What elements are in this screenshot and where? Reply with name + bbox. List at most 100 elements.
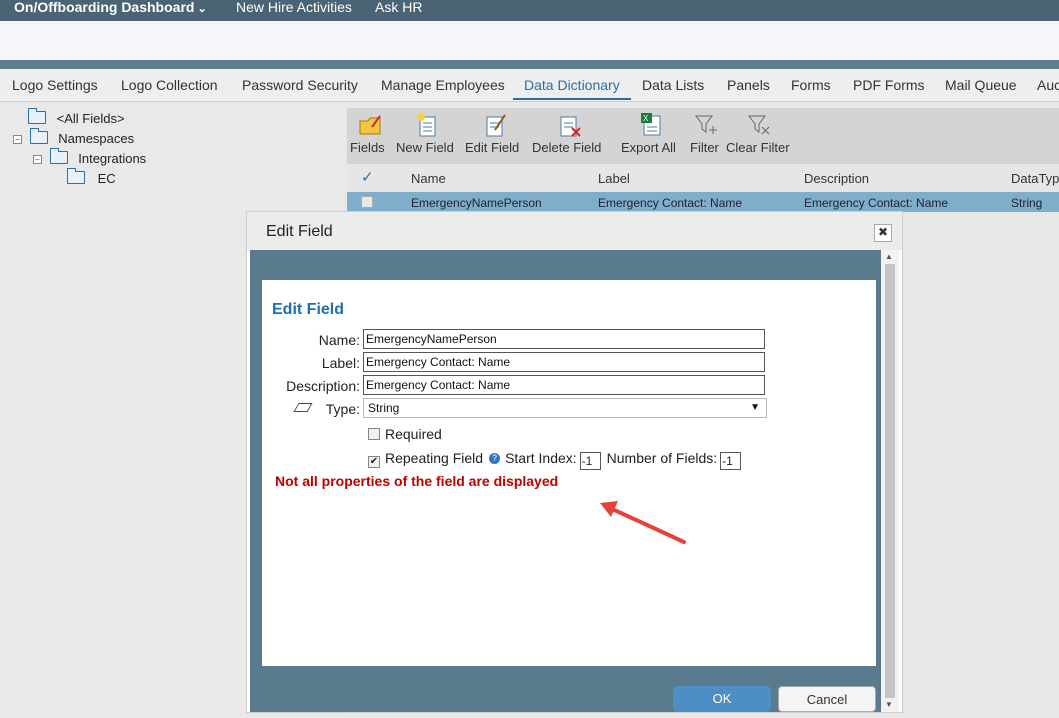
delete-document-icon [560,116,581,137]
edit-field-form: Edit Field Name: EmergencyNamePerson Lab… [262,280,876,666]
new-field-label: New Field [396,140,454,155]
properties-warning: Not all properties of the field are disp… [275,473,559,489]
cell-name: EmergencyNamePerson [411,196,542,210]
active-tab-indicator [513,98,631,100]
tree-node-label: Integrations [78,151,147,166]
fields-button[interactable]: Fields [347,108,392,164]
type-select[interactable]: String ▼ [363,398,767,418]
tab-data-dictionary[interactable]: Data Dictionary [524,77,620,93]
tab-logo-collection[interactable]: Logo Collection [121,77,218,93]
type-row: Type: String ▼ [262,398,876,420]
folder-edit-icon [359,115,381,135]
label-field[interactable]: Emergency Contact: Name [363,352,765,372]
select-all-check-icon[interactable]: ✓ [361,168,374,186]
tree-node-all-fields[interactable]: <All Fields> [28,108,125,126]
edit-field-label: Edit Field [465,140,520,155]
excel-export-icon: X [641,113,661,136]
tab-mail-queue[interactable]: Mail Queue [945,77,1017,93]
tree-node-ec[interactable]: EC [67,168,116,186]
dialog-title: Edit Field [266,223,333,240]
column-header-label[interactable]: Label [598,171,630,186]
collapse-icon[interactable]: − [33,155,42,164]
dialog-header: Edit Field ✖ [247,212,902,250]
namespaces-folder-icon [29,128,48,144]
cell-description: Emergency Contact: Name [804,196,949,210]
scroll-down-icon[interactable]: ▼ [885,700,893,709]
column-header-name[interactable]: Name [411,171,446,186]
repeating-option: ✔ Repeating Field? Start Index: -1 Number of… [368,450,742,470]
export-all-label: Export All [621,140,676,155]
label-label: Label: [321,355,360,371]
app-title: On/Offboarding Dashboard [14,0,195,15]
cancel-button[interactable]: Cancel [778,686,876,712]
description-field[interactable]: Emergency Contact: Name [363,375,765,395]
label-row: Label: Emergency Contact: Name [262,352,876,374]
help-icon[interactable]: ? [489,453,501,464]
tab-pdf-forms[interactable]: PDF Forms [853,77,925,93]
tree-node-namespaces[interactable]: − Namespaces [13,128,134,146]
nav-ask-hr[interactable]: Ask HR [375,0,422,15]
tab-forms[interactable]: Forms [791,77,831,93]
edit-field-button[interactable]: Edit Field [463,108,525,164]
clear-filter-label: Clear Filter [726,140,790,155]
filter-button[interactable]: Filter [689,108,725,164]
scrollbar-thumb[interactable] [885,264,895,698]
cell-label: Emergency Contact: Name [598,196,743,210]
delete-field-label: Delete Field [532,140,602,155]
chevron-down-icon: ⌄ [197,3,207,15]
name-label: Name: [318,332,360,348]
tab-password-security[interactable]: Password Security [242,77,358,93]
new-document-icon [417,113,436,137]
eraser-icon[interactable] [293,403,313,412]
start-index-label: Start Index: [505,450,577,466]
nav-new-hire-activities[interactable]: New Hire Activities [236,0,352,15]
folder-icon [67,168,85,184]
tree-node-integrations[interactable]: − Integrations [33,148,147,166]
dialog-scrollbar[interactable]: ▲ ▼ [881,250,899,712]
table-row[interactable]: EmergencyNamePerson Emergency Contact: N… [347,192,1059,212]
new-field-button[interactable]: New Field [395,108,459,164]
filter-clear-icon [748,115,770,135]
scroll-up-icon[interactable]: ▲ [885,252,893,261]
dropdown-arrow-icon: ▼ [750,402,760,413]
fields-label: Fields [350,140,385,155]
tab-panels[interactable]: Panels [727,77,770,93]
tab-logo-settings[interactable]: Logo Settings [12,77,98,93]
collapse-icon[interactable]: − [13,135,22,144]
dialog-body: Edit Field Name: EmergencyNamePerson Lab… [250,250,881,712]
tab-manage-employees[interactable]: Manage Employees [381,77,505,93]
clear-filter-button[interactable]: Clear Filter [725,108,797,164]
description-label: Description: [286,378,360,394]
start-index-input[interactable]: -1 [579,452,601,470]
column-header-description[interactable]: Description [804,171,869,186]
column-header-datatype[interactable]: DataTyp [1011,171,1059,186]
header-separator [0,60,1059,69]
header-band [0,21,1059,60]
folder-icon [28,108,46,124]
required-option[interactable]: Required [368,426,442,442]
description-row: Description: Emergency Contact: Name [262,375,876,397]
close-icon[interactable]: ✖ [874,224,892,242]
name-field[interactable]: EmergencyNamePerson [363,329,765,349]
export-all-button[interactable]: X Export All [620,108,684,164]
number-of-fields-label: Number of Fields: [606,450,718,466]
filter-label: Filter [690,140,719,155]
required-checkbox[interactable] [368,428,380,440]
number-of-fields-input[interactable]: -1 [720,452,742,470]
ok-button[interactable]: OK [673,686,771,712]
type-label: Type: [325,401,360,417]
row-checkbox[interactable] [361,196,373,208]
data-dictionary-toolbar: Fields New Field Edit Field Delete Field… [347,108,1059,164]
edit-document-icon [486,114,506,137]
cell-datatype: String [1011,196,1043,210]
delete-field-button[interactable]: Delete Field [530,108,608,164]
app-title-menu[interactable]: On/Offboarding Dashboard ⌄ [14,0,207,17]
tab-audit[interactable]: Auc [1037,77,1059,93]
edit-field-dialog: Edit Field ✖ Edit Field Name: EmergencyN… [246,211,903,713]
fields-grid-header: ✓ Name Label Description DataTyp [347,164,1059,192]
form-title: Edit Field [272,301,344,318]
tree-node-label: <All Fields> [56,111,125,126]
repeating-field-checkbox[interactable]: ✔ [368,456,380,468]
tab-data-lists[interactable]: Data Lists [642,77,704,93]
annotation-arrow-icon [600,501,686,544]
